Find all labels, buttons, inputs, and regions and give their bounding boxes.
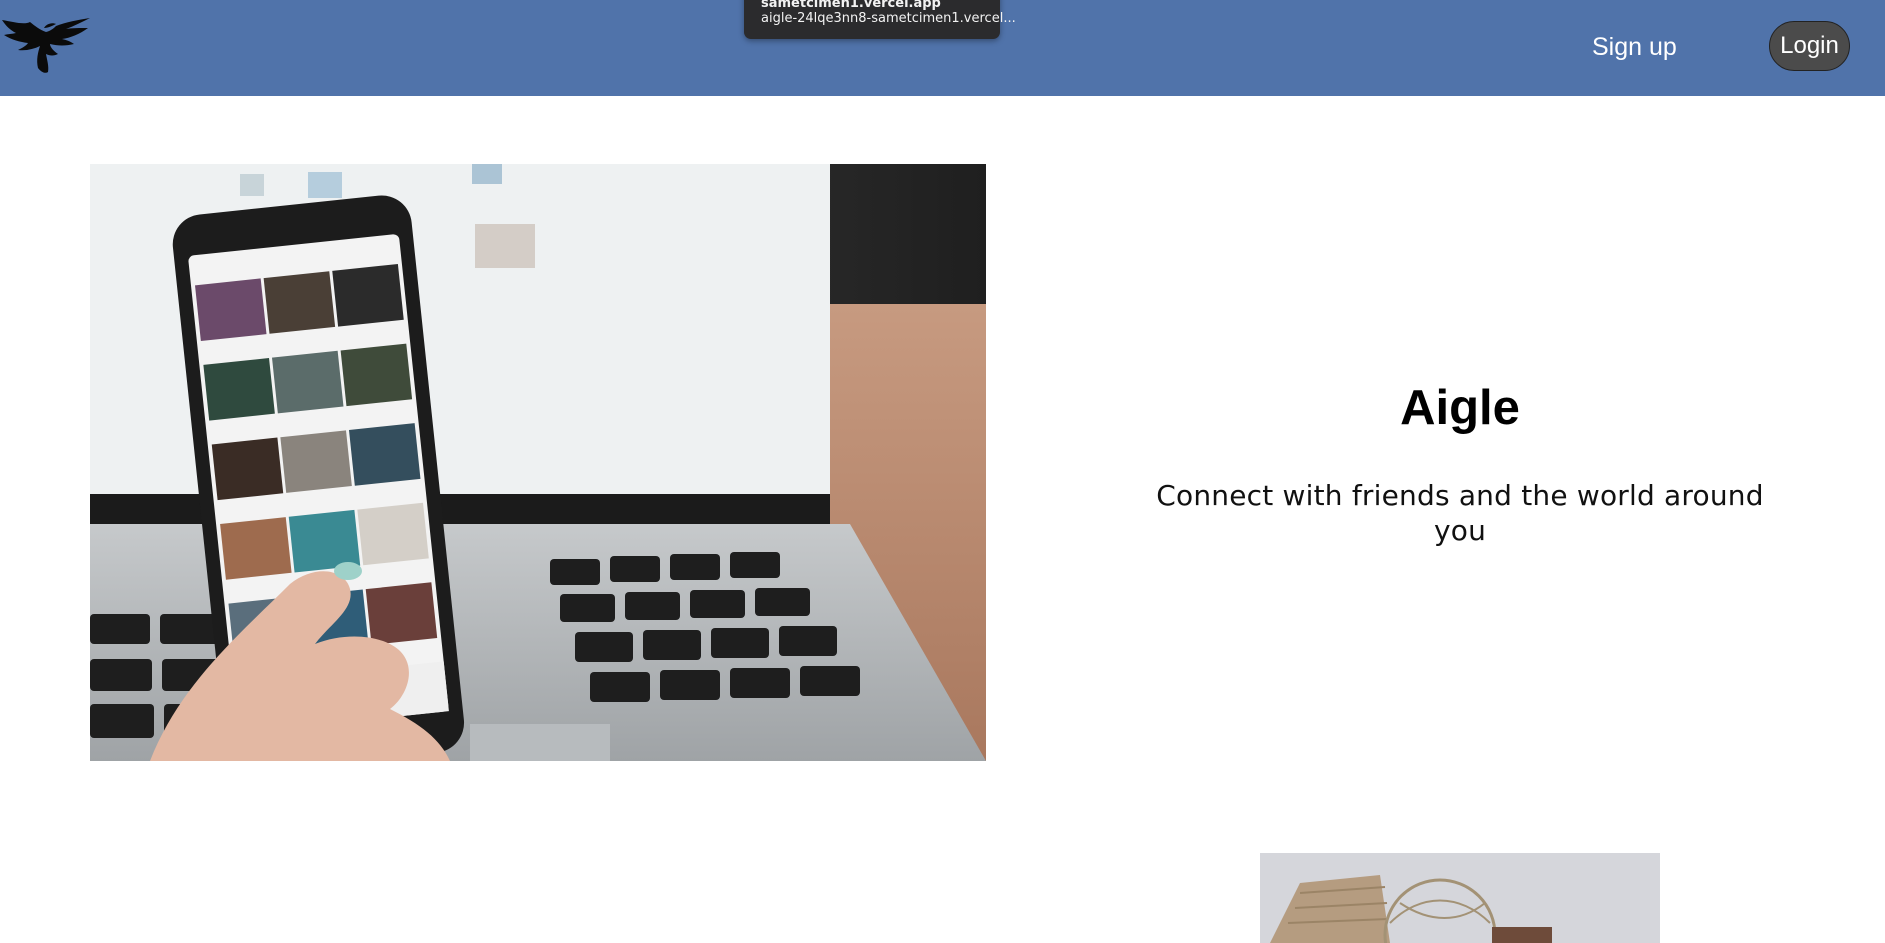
tooltip-domain: sametcimen1.vercel.app — [761, 0, 941, 11]
hero-image — [90, 164, 986, 761]
signup-link[interactable]: Sign up — [1592, 30, 1677, 64]
link-preview-tooltip: sametcimen1.vercel.app aigle-24lqe3nn8-s… — [744, 0, 1016, 39]
eagle-logo-icon[interactable] — [0, 18, 92, 74]
second-section-image — [1260, 853, 1660, 943]
login-button[interactable]: Login — [1769, 21, 1850, 71]
tooltip-url: aigle-24lqe3nn8-sametcimen1.vercel... — [761, 11, 1016, 26]
hero-tagline: Connect with friends and the world aroun… — [1156, 479, 1764, 547]
hero-title: Aigle — [1400, 381, 1520, 435]
